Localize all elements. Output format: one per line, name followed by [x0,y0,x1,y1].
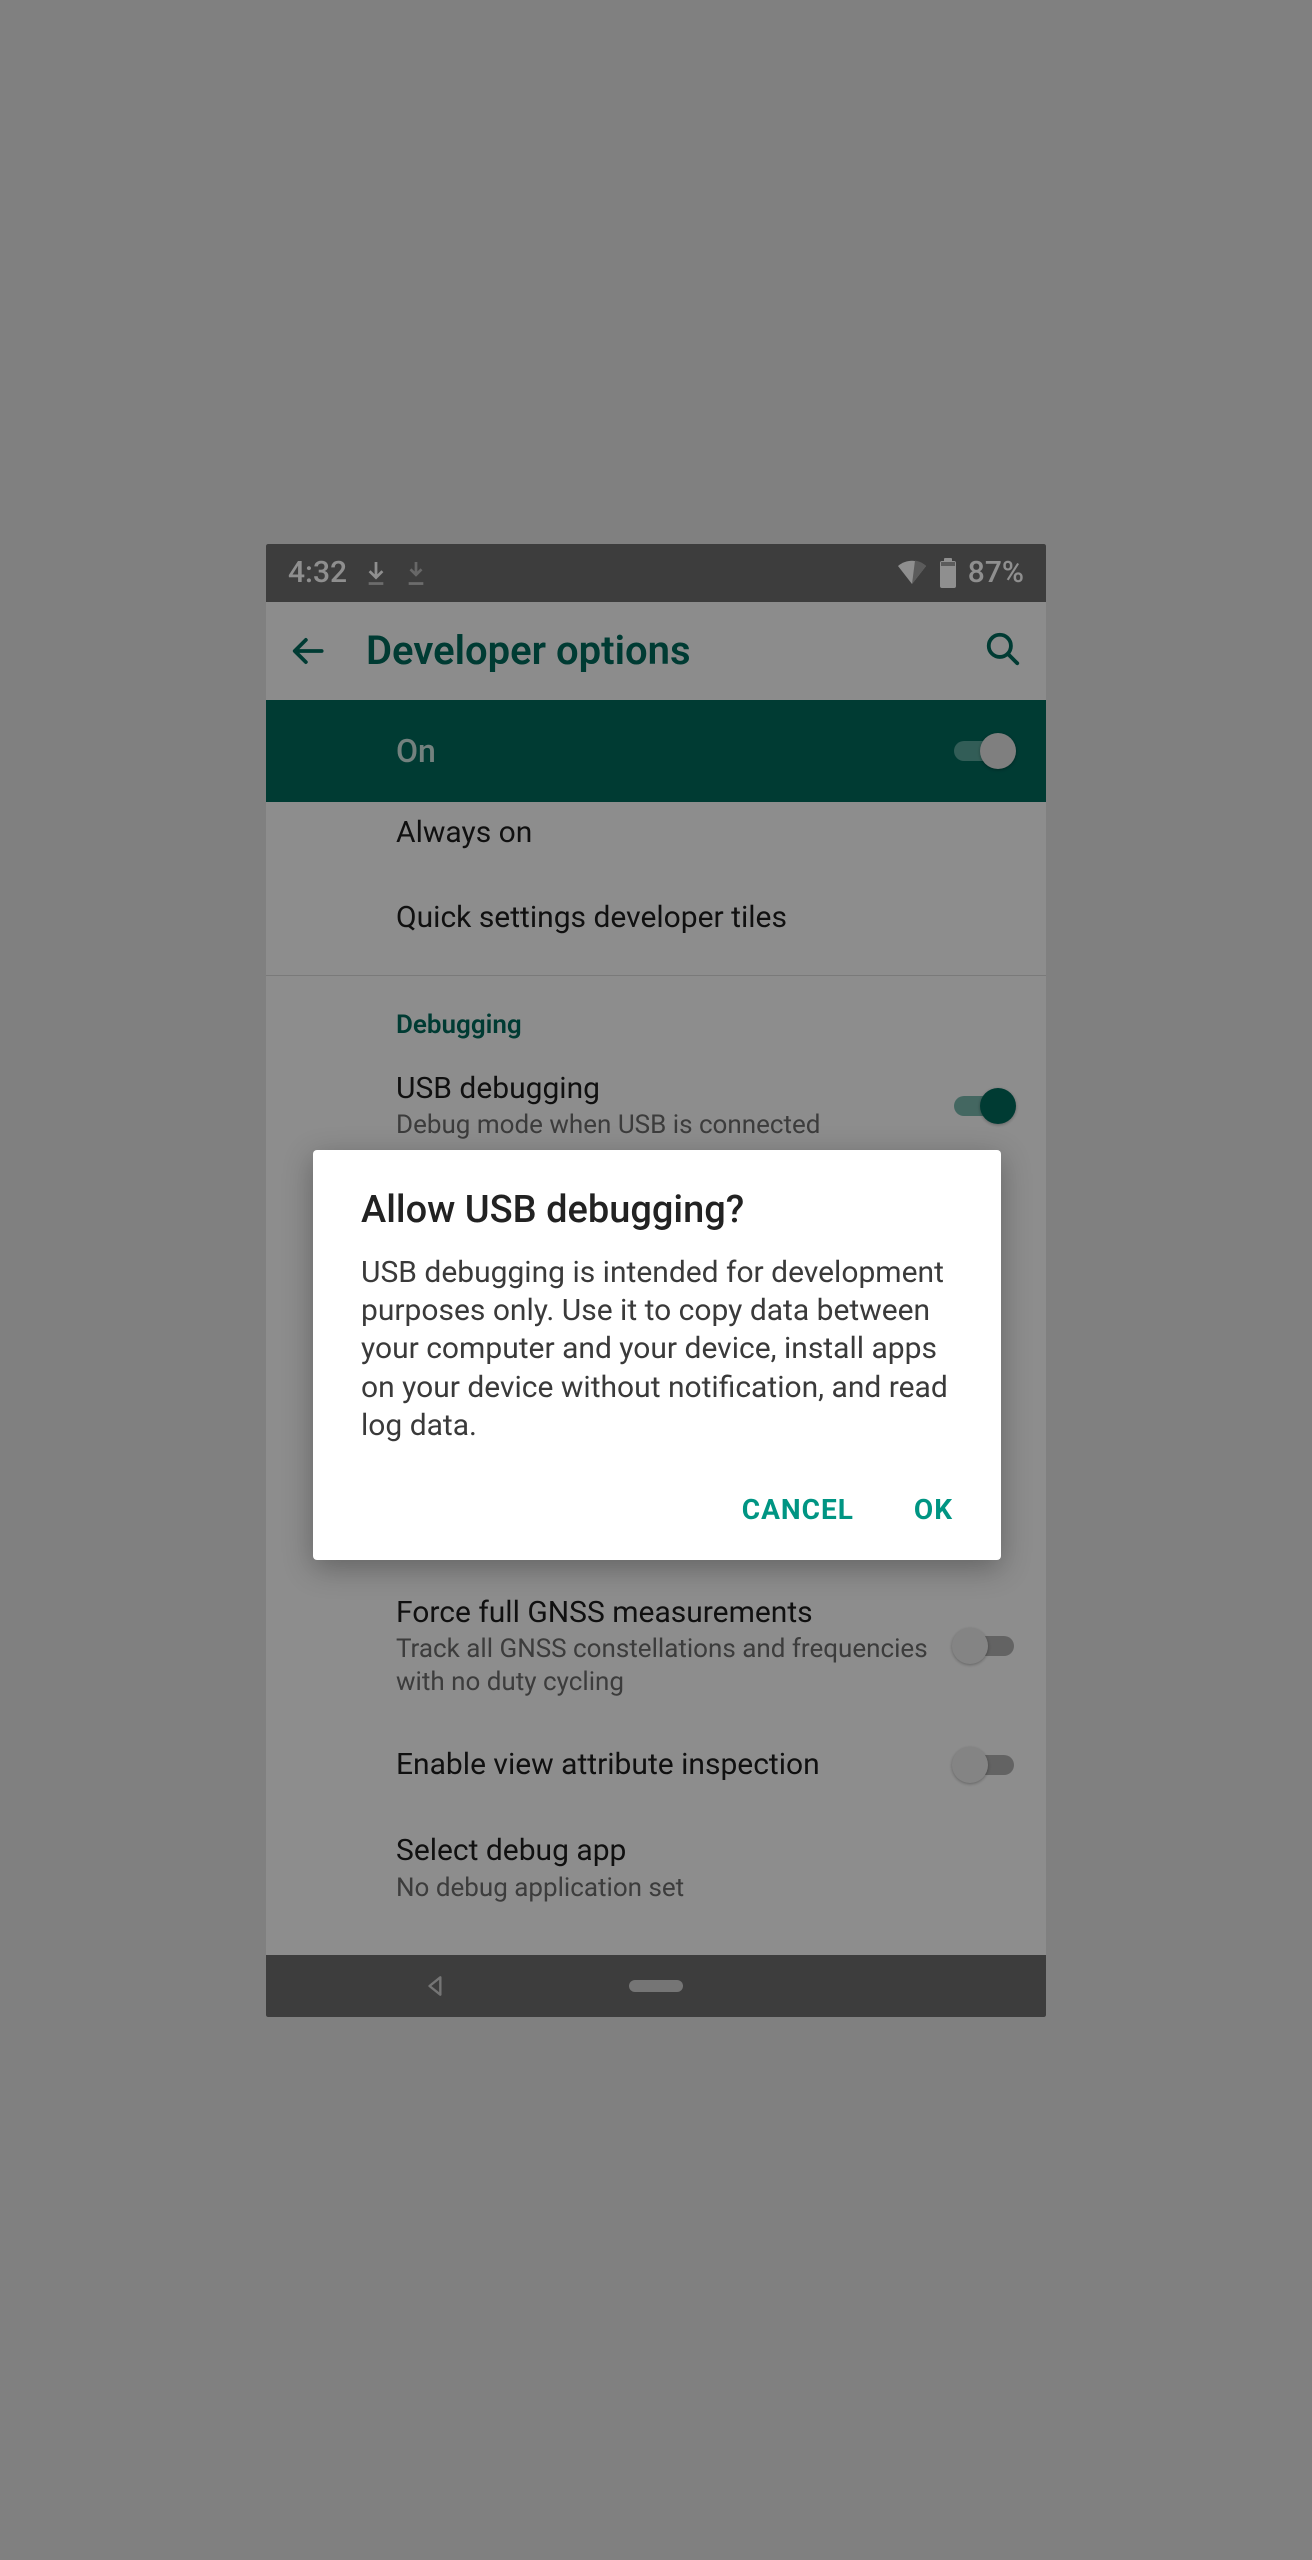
phone-screen: 4:32 87% D [266,544,1046,2017]
ok-button[interactable]: OK [914,1493,953,1526]
device-frame: 4:32 87% D [0,0,1312,2560]
usb-debugging-dialog: Allow USB debugging? USB debugging is in… [313,1150,1001,1561]
dialog-body: USB debugging is intended for developmen… [361,1254,953,1446]
dialog-actions: CANCEL OK [361,1493,953,1540]
dialog-title: Allow USB debugging? [361,1188,953,1232]
cancel-button[interactable]: CANCEL [742,1493,854,1526]
